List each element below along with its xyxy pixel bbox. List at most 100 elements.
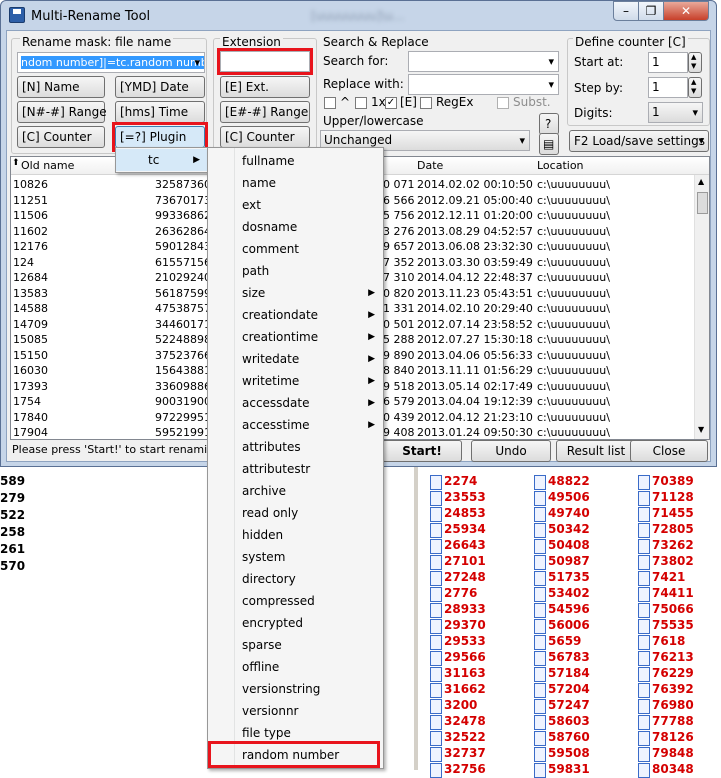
background-file-item[interactable]: 75535 [636, 618, 694, 634]
edit-names-button[interactable]: ▤ [539, 133, 559, 155]
background-file-item[interactable]: 49506 [532, 490, 590, 506]
background-file-item[interactable]: 29566 [428, 650, 486, 666]
caret-checkbox[interactable] [324, 97, 336, 109]
cell-loc: c:\uuuuuuuu\ [537, 209, 610, 222]
step-by-input[interactable]: 1 [648, 77, 688, 98]
column-old-name[interactable]: Old name [21, 159, 74, 172]
background-file-item[interactable]: 32478 [428, 714, 486, 730]
scroll-thumb[interactable] [697, 192, 708, 214]
vertical-scrollbar[interactable]: ▲ ▼ [694, 175, 709, 439]
background-file-item[interactable]: 71128 [636, 490, 694, 506]
minimize-button[interactable]: – [613, 1, 639, 21]
background-file-item[interactable]: 32522 [428, 730, 486, 746]
background-file-item[interactable]: 57204 [532, 682, 590, 698]
undo-button[interactable]: Undo [471, 440, 551, 462]
background-file-item[interactable]: 76229 [636, 666, 694, 682]
background-file-item[interactable]: 5659 [532, 634, 581, 650]
background-file-item[interactable]: 58760 [532, 730, 590, 746]
load-save-settings-button[interactable]: F2 Load/save settings [569, 130, 709, 152]
background-file-item[interactable]: 29533 [428, 634, 486, 650]
background-file-item[interactable]: 25934 [428, 522, 486, 538]
background-file-item[interactable]: 70389 [636, 474, 694, 490]
background-file-item[interactable]: 50987 [532, 554, 590, 570]
close-window-button[interactable]: ✕ [663, 1, 709, 21]
background-file-item[interactable]: 32756 [428, 762, 486, 778]
rename-mask-input[interactable]: ndom number]|=tc.random number] [17, 52, 205, 73]
background-file-item[interactable]: 56783 [532, 650, 590, 666]
background-file-item[interactable]: 75066 [636, 602, 694, 618]
background-file-item[interactable]: 2274 [428, 474, 477, 490]
ext-range-button[interactable]: [E#-#] Range [220, 101, 310, 123]
background-file-item[interactable]: 59831 [532, 762, 590, 778]
ext-counter-button[interactable]: [C] Counter [220, 126, 310, 148]
background-file-item[interactable]: 31662 [428, 682, 486, 698]
cell-loc: c:\uuuuuuuu\ [537, 240, 610, 253]
start-button[interactable]: Start! [382, 440, 462, 462]
result-list-button[interactable]: Result list [556, 440, 636, 462]
counter-button[interactable]: [C] Counter [17, 126, 105, 148]
background-file-item[interactable]: 73262 [636, 538, 694, 554]
background-file-item[interactable]: 50408 [532, 538, 590, 554]
step-by-spinner[interactable]: ▲ ▼ [688, 77, 702, 98]
background-file-item[interactable]: 31163 [428, 666, 486, 682]
subst-checkbox[interactable] [497, 97, 509, 109]
background-file-item[interactable]: 80348 [636, 762, 694, 778]
background-file-item[interactable]: 73802 [636, 554, 694, 570]
background-file-item[interactable]: 76213 [636, 650, 694, 666]
background-file-item[interactable]: 7421 [636, 570, 685, 586]
background-file-item[interactable]: 76980 [636, 698, 694, 714]
background-file-item[interactable]: 26643 [428, 538, 486, 554]
search-for-input[interactable] [408, 51, 559, 72]
background-file-item[interactable]: 72805 [636, 522, 694, 538]
background-file-item[interactable]: 23553 [428, 490, 486, 506]
background-file-item[interactable]: 78126 [636, 730, 694, 746]
background-file-item[interactable]: 27101 [428, 554, 486, 570]
regex-checkbox[interactable] [420, 97, 432, 109]
background-file-item[interactable]: 58603 [532, 714, 590, 730]
column-date[interactable]: Date [417, 159, 443, 172]
cell-loc: c:\uuuuuuuu\ [537, 364, 610, 377]
once-checkbox[interactable] [355, 97, 367, 109]
replace-with-input[interactable] [408, 74, 559, 95]
background-file-item[interactable]: 32737 [428, 746, 486, 762]
name-button[interactable]: [N] Name [17, 76, 105, 98]
title-bar[interactable]: Multi-Rename Tool [uuuuuuuu]\u... – ❐ ✕ [1, 1, 716, 31]
background-file-item[interactable]: 24853 [428, 506, 486, 522]
background-file-item[interactable]: 51735 [532, 570, 590, 586]
help-button[interactable]: ? [539, 113, 559, 135]
background-file-item[interactable]: 56006 [532, 618, 590, 634]
background-file-item[interactable]: 71455 [636, 506, 694, 522]
background-file-item[interactable]: 74411 [636, 586, 694, 602]
background-file-item[interactable]: 3200 [428, 698, 477, 714]
scroll-down-arrow[interactable]: ▼ [698, 425, 704, 434]
background-file-item[interactable]: 76392 [636, 682, 694, 698]
background-file-item[interactable]: 77788 [636, 714, 694, 730]
background-file-item[interactable]: 48822 [532, 474, 590, 490]
column-location[interactable]: Location [537, 159, 584, 172]
digits-select[interactable]: 1 [648, 102, 703, 123]
background-file-item[interactable]: 28933 [428, 602, 486, 618]
background-file-item[interactable]: 53402 [532, 586, 590, 602]
background-file-item[interactable]: 57184 [532, 666, 590, 682]
close-button[interactable]: Close [630, 440, 708, 462]
background-file-item[interactable]: 49740 [532, 506, 590, 522]
background-file-item[interactable]: 59508 [532, 746, 590, 762]
scroll-up-arrow[interactable]: ▲ [698, 177, 704, 186]
date-button[interactable]: [YMD] Date [115, 76, 205, 98]
ext-button[interactable]: [E] Ext. [220, 76, 310, 98]
background-file-item[interactable]: 50342 [532, 522, 590, 538]
background-file-item[interactable]: 2776 [428, 586, 477, 602]
background-file-item[interactable]: 79848 [636, 746, 694, 762]
background-file-item[interactable]: 7618 [636, 634, 685, 650]
range-button[interactable]: [N#-#] Range [17, 101, 107, 123]
start-at-spinner[interactable]: ▲ ▼ [688, 52, 702, 73]
background-file-item[interactable]: 54596 [532, 602, 590, 618]
background-file-item[interactable]: 27248 [428, 570, 486, 586]
start-at-input[interactable]: 1 [648, 52, 688, 73]
maximize-button[interactable]: ❐ [638, 1, 664, 21]
plugin-menu-item-tc[interactable]: tc ▶ [116, 149, 208, 171]
time-button[interactable]: [hms] Time [115, 101, 205, 123]
ext-checkbox[interactable]: ✓ [385, 97, 397, 109]
background-file-item[interactable]: 57247 [532, 698, 590, 714]
background-file-item[interactable]: 29370 [428, 618, 486, 634]
